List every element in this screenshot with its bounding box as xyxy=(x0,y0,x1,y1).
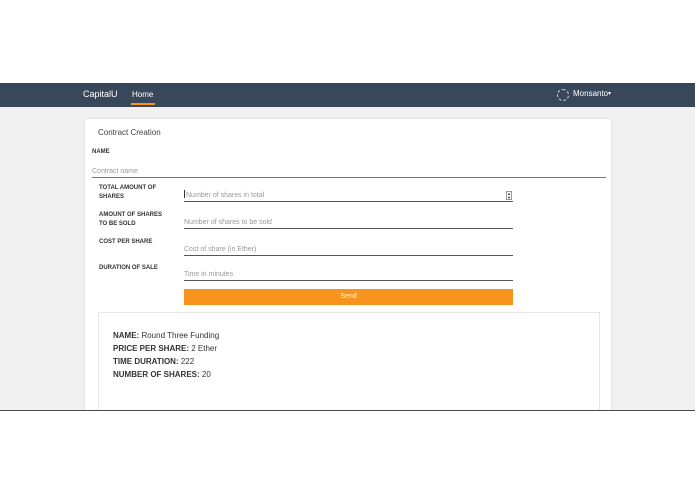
total-shares-placeholder: Number of shares in total xyxy=(186,192,265,199)
summary-shares: NUMBER OF SHARES: 20 xyxy=(113,370,211,379)
summary-price-label: PRICE PER SHARE: xyxy=(113,344,190,353)
number-spinner-icon[interactable]: ▲ ▼ xyxy=(506,191,512,200)
contract-name-input[interactable]: Contract name xyxy=(92,166,606,178)
shares-to-sell-label-line1: AMOUNT OF SHARES xyxy=(99,212,162,218)
bottom-divider xyxy=(0,410,695,411)
summary-price-value: 2 Ether xyxy=(191,344,218,353)
send-button[interactable]: Send xyxy=(184,289,513,305)
summary-shares-label: NUMBER OF SHARES: xyxy=(113,370,200,379)
total-shares-label-line1: TOTAL AMOUNT OF xyxy=(99,185,157,191)
total-shares-label: TOTAL AMOUNT OF SHARES xyxy=(99,184,179,201)
shares-to-sell-input[interactable]: Number of shares to be sold xyxy=(184,217,513,229)
total-shares-input[interactable]: Number of shares in total ▲ ▼ xyxy=(184,190,513,202)
summary-name-value: Round Three Funding xyxy=(141,331,220,340)
nav-home-link[interactable]: Home xyxy=(132,90,153,99)
summary-duration-value: 222 xyxy=(180,357,195,366)
shares-to-sell-label: AMOUNT OF SHARES TO BE SOLD xyxy=(99,211,179,228)
summary-duration: TIME DURATION: 222 xyxy=(113,357,194,366)
user-avatar-icon[interactable] xyxy=(557,89,569,101)
total-shares-label-line2: SHARES xyxy=(99,193,125,200)
contract-summary-panel: NAME: Round Three Funding PRICE PER SHAR… xyxy=(98,312,600,411)
top-navbar: CapitalU Home Monsanto ▾ xyxy=(0,83,695,107)
caret-down-icon[interactable]: ▾ xyxy=(608,90,611,97)
cost-per-share-input[interactable]: Cost of share (in Ether) xyxy=(184,244,513,256)
duration-input[interactable]: Time in minutes xyxy=(184,269,513,281)
contract-creation-card: Contract Creation NAME Contract name TOT… xyxy=(84,118,612,411)
cost-per-share-label: COST PER SHARE xyxy=(99,239,153,245)
summary-duration-label: TIME DURATION: xyxy=(113,357,179,366)
content-area: Contract Creation NAME Contract name TOT… xyxy=(0,107,695,411)
summary-name: NAME: Round Three Funding xyxy=(113,331,219,340)
summary-shares-value: 20 xyxy=(201,370,211,379)
user-menu[interactable]: Monsanto xyxy=(573,89,608,98)
text-cursor xyxy=(184,190,185,198)
shares-to-sell-label-line2: TO BE SOLD xyxy=(99,220,136,227)
summary-name-label: NAME: xyxy=(113,331,140,340)
name-label: NAME xyxy=(92,149,110,155)
active-nav-indicator xyxy=(131,103,155,105)
card-title: Contract Creation xyxy=(98,128,161,137)
brand-logo[interactable]: CapitalU xyxy=(83,89,118,99)
summary-price: PRICE PER SHARE: 2 Ether xyxy=(113,344,217,353)
duration-label: DURATION OF SALE xyxy=(99,265,158,271)
